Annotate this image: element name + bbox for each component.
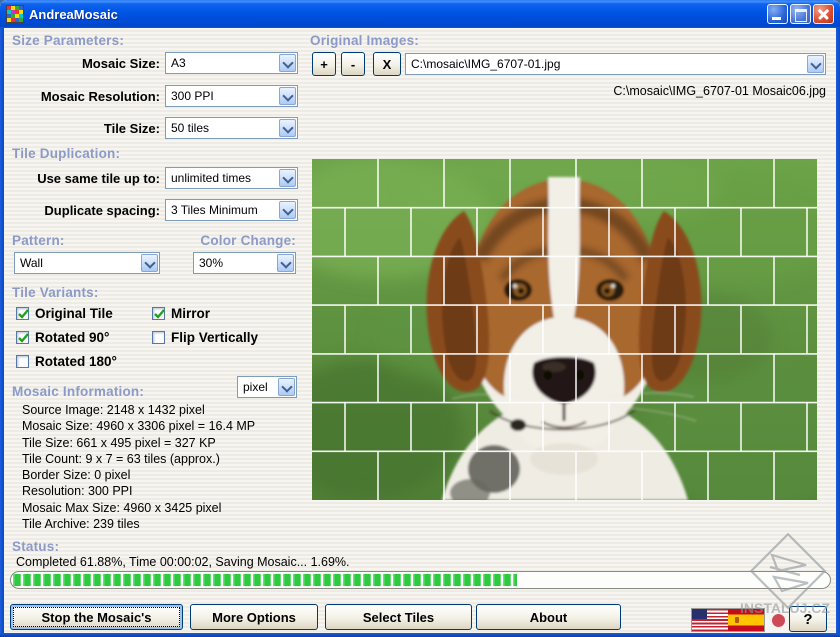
color-change-header: Color Change: [200, 233, 296, 248]
info-line: Border Size: 0 pixel [22, 468, 131, 483]
more-options-button[interactable]: More Options [190, 604, 318, 630]
tile-size-label: Tile Size: [103, 121, 160, 136]
chevron-down-icon[interactable] [279, 87, 296, 105]
mosaic-size-label: Mosaic Size: [81, 56, 160, 71]
info-line: Tile Count: 9 x 7 = 63 tiles (approx.) [22, 451, 220, 466]
spain-flag-icon[interactable] [728, 609, 764, 631]
add-image-button[interactable]: + [312, 52, 336, 76]
tile-duplication-header: Tile Duplication: [12, 146, 121, 161]
andreamosaic-window: AndreaMosaic Size Parameters: Mosaic Siz… [0, 0, 840, 637]
window-border-right [836, 26, 840, 637]
info-line: Mosaic Max Size: 4960 x 3425 pixel [22, 500, 222, 515]
duplicate-spacing-label: Duplicate spacing: [44, 203, 160, 218]
chevron-down-icon[interactable] [279, 169, 296, 187]
checkbox-box[interactable] [152, 307, 165, 320]
use-same-tile-label: Use same tile up to: [37, 171, 160, 186]
minimize-button[interactable] [767, 4, 788, 24]
checkbox-mirror[interactable]: Mirror [152, 306, 210, 321]
progress-bar-fill [13, 574, 518, 586]
about-button[interactable]: About [476, 604, 621, 630]
mosaic-information-lines: Source Image: 2148 x 1432 pixel Mosaic S… [22, 402, 255, 532]
select-tiles-button[interactable]: Select Tiles [325, 604, 472, 630]
output-file-path: C:\mosaic\IMG_6707-01 Mosaic06.jpg [613, 84, 826, 98]
pattern-select[interactable]: Wall [14, 252, 160, 274]
checkbox-rotated-180[interactable]: Rotated 180° [16, 354, 117, 369]
status-header: Status: [12, 539, 60, 554]
color-change-select[interactable]: 30% [193, 252, 296, 274]
us-flag-icon[interactable] [692, 609, 728, 631]
image-path-select[interactable]: C:\mosaic\IMG_6707-01.jpg [405, 53, 826, 75]
checkbox-original-tile[interactable]: Original Tile [16, 306, 113, 321]
mosaic-size-select[interactable]: A3 [165, 52, 298, 74]
window-title: AndreaMosaic [29, 6, 118, 22]
unit-select[interactable]: pixel [237, 376, 297, 398]
japan-flag-icon[interactable] [765, 608, 791, 632]
remove-image-button[interactable]: - [341, 52, 365, 76]
chevron-down-icon[interactable] [807, 55, 824, 73]
duplicate-spacing-select[interactable]: 3 Tiles Minimum [165, 199, 298, 221]
maximize-button[interactable] [790, 4, 811, 24]
close-button[interactable] [813, 4, 834, 24]
info-line: Mosaic Size: 4960 x 3306 pixel = 16.4 MP [22, 419, 256, 434]
checkbox-flip-vertically[interactable]: Flip Vertically [152, 330, 258, 345]
checkbox-box[interactable] [152, 331, 165, 344]
info-line: Tile Size: 661 x 495 pixel = 327 KP [22, 435, 216, 450]
progress-bar [10, 571, 831, 589]
wall-pattern-grid-overlay [312, 159, 817, 500]
chevron-down-icon[interactable] [279, 201, 296, 219]
clear-images-button[interactable]: X [373, 52, 401, 76]
checkbox-box[interactable] [16, 355, 29, 368]
chevron-down-icon[interactable] [277, 254, 294, 272]
chevron-down-icon[interactable] [279, 119, 296, 137]
mosaic-preview-image [312, 159, 817, 500]
size-parameters-header: Size Parameters: [12, 33, 125, 48]
tile-size-select[interactable]: 50 tiles [165, 117, 298, 139]
info-line: Tile Archive: 239 tiles [22, 517, 140, 532]
status-text: Completed 61.88%, Time 00:00:02, Saving … [16, 555, 350, 569]
checkbox-rotated-90[interactable]: Rotated 90° [16, 330, 109, 345]
app-mosaic-icon [6, 5, 24, 23]
title-bar[interactable]: AndreaMosaic [0, 0, 840, 28]
window-border-left [0, 26, 4, 637]
info-line: Resolution: 300 PPI [22, 484, 133, 499]
language-flags[interactable] [691, 608, 765, 632]
use-same-tile-select[interactable]: unlimited times [165, 167, 298, 189]
pattern-header: Pattern: [12, 233, 65, 248]
window-border-bottom [0, 633, 840, 637]
mosaic-resolution-label: Mosaic Resolution: [40, 89, 160, 104]
original-images-header: Original Images: [310, 33, 419, 48]
tile-variants-header: Tile Variants: [12, 285, 99, 300]
checkbox-box[interactable] [16, 331, 29, 344]
mosaic-resolution-select[interactable]: 300 PPI [165, 85, 298, 107]
chevron-down-icon[interactable] [141, 254, 158, 272]
chevron-down-icon[interactable] [279, 54, 296, 72]
chevron-down-icon[interactable] [278, 378, 295, 396]
mosaic-information-header: Mosaic Information: [12, 384, 145, 399]
help-button[interactable]: ? [789, 606, 827, 632]
info-line: Source Image: 2148 x 1432 pixel [22, 403, 205, 417]
stop-mosaic-button[interactable]: Stop the Mosaic's [10, 604, 183, 630]
checkbox-box[interactable] [16, 307, 29, 320]
